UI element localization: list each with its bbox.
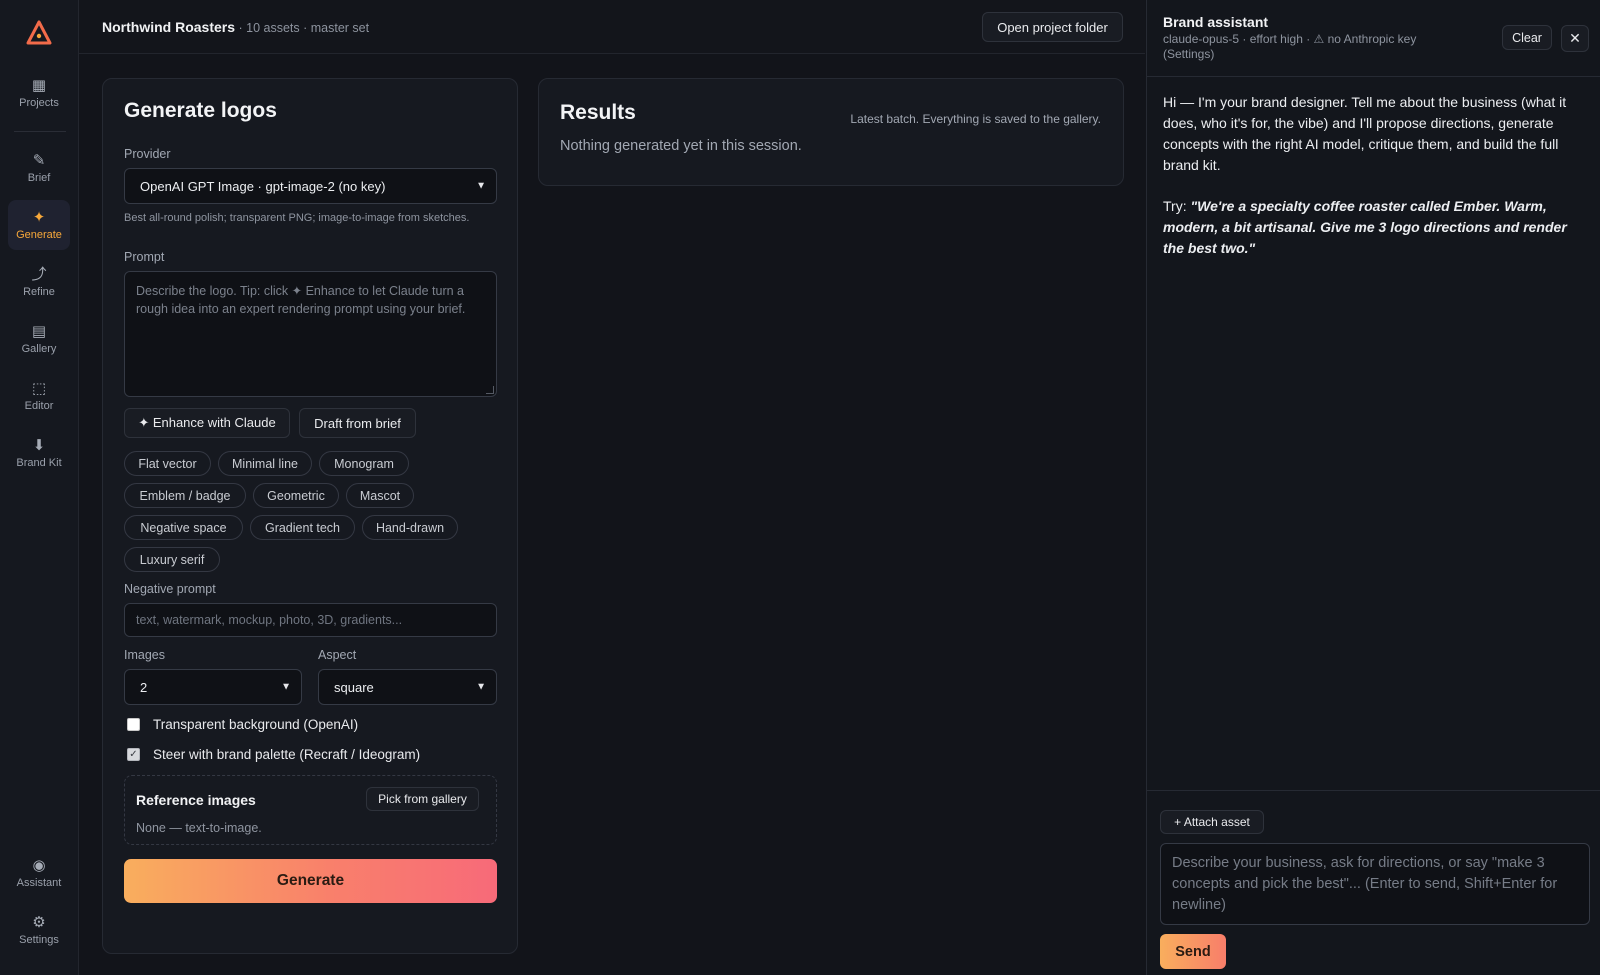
left-rail: ▦ Projects ✎ Brief ✦ Generate ⤴ Refine ▤… (0, 0, 79, 975)
images-value: 2 (140, 679, 148, 695)
rail-item-gallery[interactable]: ▤ Gallery (8, 314, 70, 364)
app-logo-icon[interactable] (26, 20, 52, 46)
transparent-background-checkbox[interactable] (127, 718, 140, 731)
results-panel: Results Latest batch. Everything is save… (538, 78, 1124, 186)
rail-item-brief[interactable]: ✎ Brief (8, 143, 70, 193)
style-chip[interactable]: Negative space (124, 515, 243, 540)
provider-hint: Best all-round polish; transparent PNG; … (124, 212, 470, 224)
style-chip[interactable]: Flat vector (124, 451, 211, 476)
project-meta: · 10 assets · master set (235, 21, 370, 35)
top-bar: Northwind Roasters · 10 assets · master … (79, 0, 1145, 54)
open-project-folder-button[interactable]: Open project folder (982, 12, 1123, 42)
rail-item-brand-kit[interactable]: ⬇ Brand Kit (8, 428, 70, 478)
rail-item-label: Generate (16, 229, 62, 241)
rail-divider (14, 131, 66, 132)
reference-images-status: None — text-to-image. (136, 821, 262, 835)
prompt-textarea[interactable]: Describe the logo. Tip: click ✦ Enhance … (124, 271, 497, 397)
rail-item-generate[interactable]: ✦ Generate (8, 200, 70, 250)
negative-prompt-input[interactable]: text, watermark, mockup, photo, 3D, grad… (124, 603, 497, 637)
rail-item-label: Gallery (21, 343, 57, 355)
pick-from-gallery-button[interactable]: Pick from gallery (366, 787, 479, 811)
assistant-example-message: Try: "We're a specialty coffee roaster c… (1163, 196, 1587, 259)
style-chip[interactable]: Mascot (346, 483, 414, 508)
panel-title: Generate logos (124, 99, 277, 122)
results-note: Latest batch. Everything is saved to the… (850, 112, 1101, 126)
negative-prompt-label: Negative prompt (124, 582, 216, 596)
provider-select[interactable]: OpenAI GPT Image · gpt-image-2 (no key) … (124, 168, 497, 204)
chevron-down-icon: ▼ (281, 681, 291, 693)
brand-assistant-panel: Brand assistant claude-opus-5 · effort h… (1146, 0, 1600, 975)
rail-item-label: Assistant (16, 877, 62, 889)
results-empty-state: Nothing generated yet in this session. (560, 138, 802, 154)
chat-input-placeholder: Describe your business, ask for directio… (1172, 855, 1558, 913)
style-chip[interactable]: Geometric (253, 483, 339, 508)
aspect-select[interactable]: square ▼ (318, 669, 497, 705)
generate-button[interactable]: Generate (124, 859, 497, 903)
editor-icon: ⬚ (31, 379, 47, 397)
sparkle-icon: ✦ (32, 208, 46, 226)
send-button[interactable]: Send (1160, 934, 1226, 969)
assistant-subtitle: claude-opus-5 · effort high · ⚠ no Anthr… (1163, 32, 1417, 61)
gear-icon: ⚙ (32, 913, 46, 931)
rail-item-assistant[interactable]: ◉ Assistant (8, 848, 70, 898)
clear-chat-button[interactable]: Clear (1502, 25, 1552, 50)
pencil-icon: ✎ (32, 151, 46, 169)
style-chip[interactable]: Gradient tech (250, 515, 355, 540)
example-prefix: Try: (1163, 198, 1191, 214)
prompt-placeholder: Describe the logo. Tip: click ✦ Enhance … (136, 284, 466, 316)
style-chip[interactable]: Minimal line (218, 451, 312, 476)
generate-panel: Generate logos Provider OpenAI GPT Image… (102, 78, 518, 954)
chevron-down-icon: ▼ (476, 681, 486, 693)
style-chip[interactable]: Luxury serif (124, 547, 220, 572)
rail-item-label: Projects (19, 97, 59, 109)
images-count-select[interactable]: 2 ▼ (124, 669, 302, 705)
attach-asset-button[interactable]: + Attach asset (1160, 810, 1264, 834)
rail-item-settings[interactable]: ⚙ Settings (8, 905, 70, 955)
reference-images-title: Reference images (136, 792, 256, 808)
transparent-background-label: Transparent background (OpenAI) (153, 717, 359, 732)
resize-handle-icon[interactable] (486, 386, 494, 394)
rail-item-label: Brief (27, 172, 51, 184)
aspect-label: Aspect (318, 648, 357, 662)
style-chip[interactable]: Hand-drawn (362, 515, 458, 540)
assistant-icon: ◉ (32, 856, 46, 874)
composer-divider (1147, 790, 1600, 791)
prompt-label: Prompt (124, 250, 165, 264)
style-chip[interactable]: Emblem / badge (124, 483, 246, 508)
rail-item-refine[interactable]: ⤴ Refine (8, 257, 70, 307)
rail-item-projects[interactable]: ▦ Projects (8, 68, 70, 118)
provider-label: Provider (124, 147, 171, 161)
assistant-title: Brand assistant (1163, 14, 1269, 30)
gallery-icon: ▤ (31, 322, 47, 340)
close-icon[interactable]: ✕ (1561, 25, 1589, 52)
download-icon: ⬇ (32, 436, 46, 454)
provider-value: OpenAI GPT Image · gpt-image-2 (no key) (140, 178, 386, 194)
assistant-message: Hi — I'm your brand designer. Tell me ab… (1163, 94, 1567, 173)
results-title: Results (560, 101, 636, 124)
grid-icon: ▦ (31, 76, 47, 94)
images-label: Images (124, 648, 165, 662)
brand-palette-label: Steer with brand palette (Recraft / Ideo… (153, 747, 421, 762)
rail-item-label: Refine (23, 286, 55, 298)
refine-arrow-icon: ⤴ (31, 265, 47, 283)
style-chip[interactable]: Monogram (319, 451, 409, 476)
chevron-down-icon: ▼ (476, 180, 486, 192)
negative-prompt-placeholder: text, watermark, mockup, photo, 3D, grad… (136, 613, 403, 627)
brand-palette-option[interactable]: ✓ Steer with brand palette (Recraft / Id… (127, 747, 420, 762)
project-name: Northwind Roasters (102, 19, 236, 35)
draft-from-brief-button[interactable]: Draft from brief (299, 408, 416, 438)
reference-images-box: Reference images Pick from gallery None … (124, 775, 497, 845)
aspect-value: square (334, 679, 374, 695)
transparent-background-option[interactable]: Transparent background (OpenAI) (127, 717, 358, 732)
rail-item-label: Settings (19, 934, 59, 946)
rail-item-label: Brand Kit (16, 457, 62, 469)
rail-item-editor[interactable]: ⬚ Editor (8, 371, 70, 421)
example-quote: "We're a specialty coffee roaster called… (1163, 198, 1567, 256)
chat-input[interactable]: Describe your business, ask for directio… (1160, 843, 1590, 925)
header-divider (1147, 76, 1600, 77)
enhance-with-claude-button[interactable]: ✦ Enhance with Claude (124, 408, 290, 438)
project-title: Northwind Roasters · 10 assets · master … (102, 19, 369, 35)
brand-palette-checkbox[interactable]: ✓ (127, 748, 140, 761)
rail-item-label: Editor (24, 400, 54, 412)
